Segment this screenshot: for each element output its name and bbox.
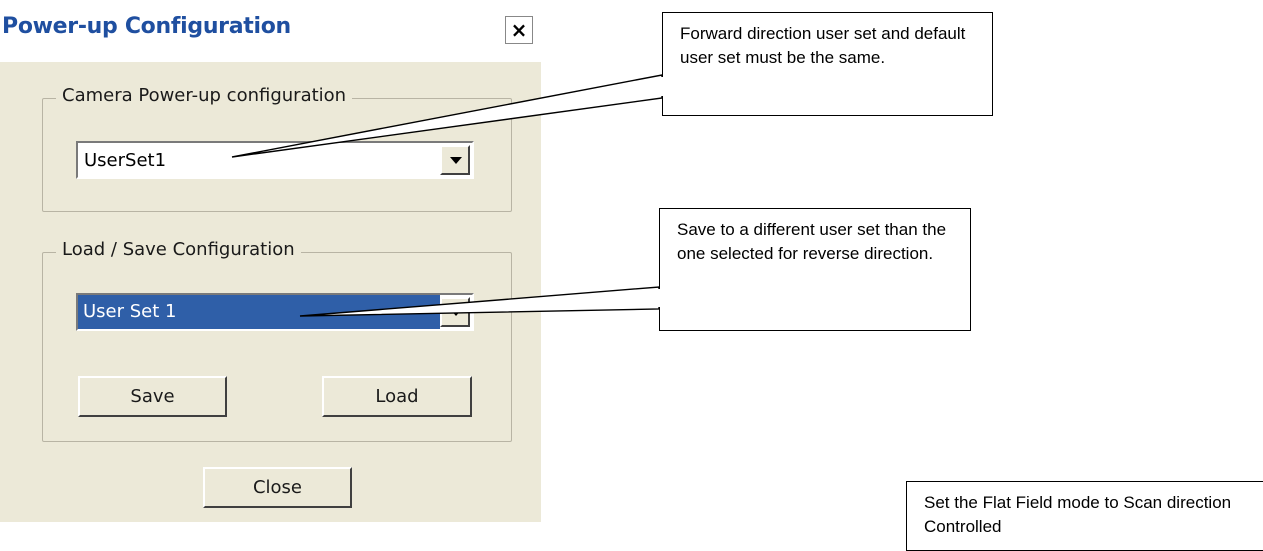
- load-save-legend: Load / Save Configuration: [56, 239, 301, 260]
- callout-save-different: Save to a different user set than the on…: [659, 208, 971, 331]
- callout-flat-field: Set the Flat Field mode to Scan directio…: [906, 481, 1263, 551]
- load-button[interactable]: Load: [322, 376, 472, 417]
- camera-powerup-legend: Camera Power-up configuration: [56, 85, 353, 106]
- callout-save-different-text: Save to a different user set than the on…: [677, 220, 947, 263]
- save-button[interactable]: Save: [78, 376, 227, 417]
- chevron-down-icon: [450, 309, 462, 316]
- close-icon[interactable]: ×: [505, 16, 533, 44]
- load-save-dropdown-button[interactable]: [440, 297, 470, 327]
- close-button[interactable]: Close: [203, 467, 352, 508]
- callout-forward-text: Forward direction user set and default u…: [680, 24, 966, 67]
- camera-powerup-value: UserSet1: [84, 150, 167, 171]
- camera-powerup-select[interactable]: UserSet1: [76, 141, 474, 179]
- load-save-select[interactable]: User Set 1: [76, 293, 474, 331]
- chevron-down-icon: [450, 157, 462, 164]
- power-up-configuration-dialog: Power-up Configuration × Camera Power-up…: [0, 0, 541, 538]
- load-save-value: User Set 1: [78, 295, 440, 329]
- dialog-titlebar: Power-up Configuration ×: [0, 0, 541, 62]
- camera-powerup-groupbox: Camera Power-up configuration UserSet1: [42, 85, 512, 212]
- bottom-margin: [0, 522, 541, 538]
- callout-flat-field-text: Set the Flat Field mode to Scan directio…: [924, 493, 1232, 536]
- callout-forward-direction: Forward direction user set and default u…: [662, 12, 993, 116]
- load-save-groupbox: Load / Save Configuration User Set 1 Sav…: [42, 239, 512, 442]
- dialog-title: Power-up Configuration: [2, 14, 291, 39]
- camera-powerup-dropdown-button[interactable]: [440, 145, 470, 175]
